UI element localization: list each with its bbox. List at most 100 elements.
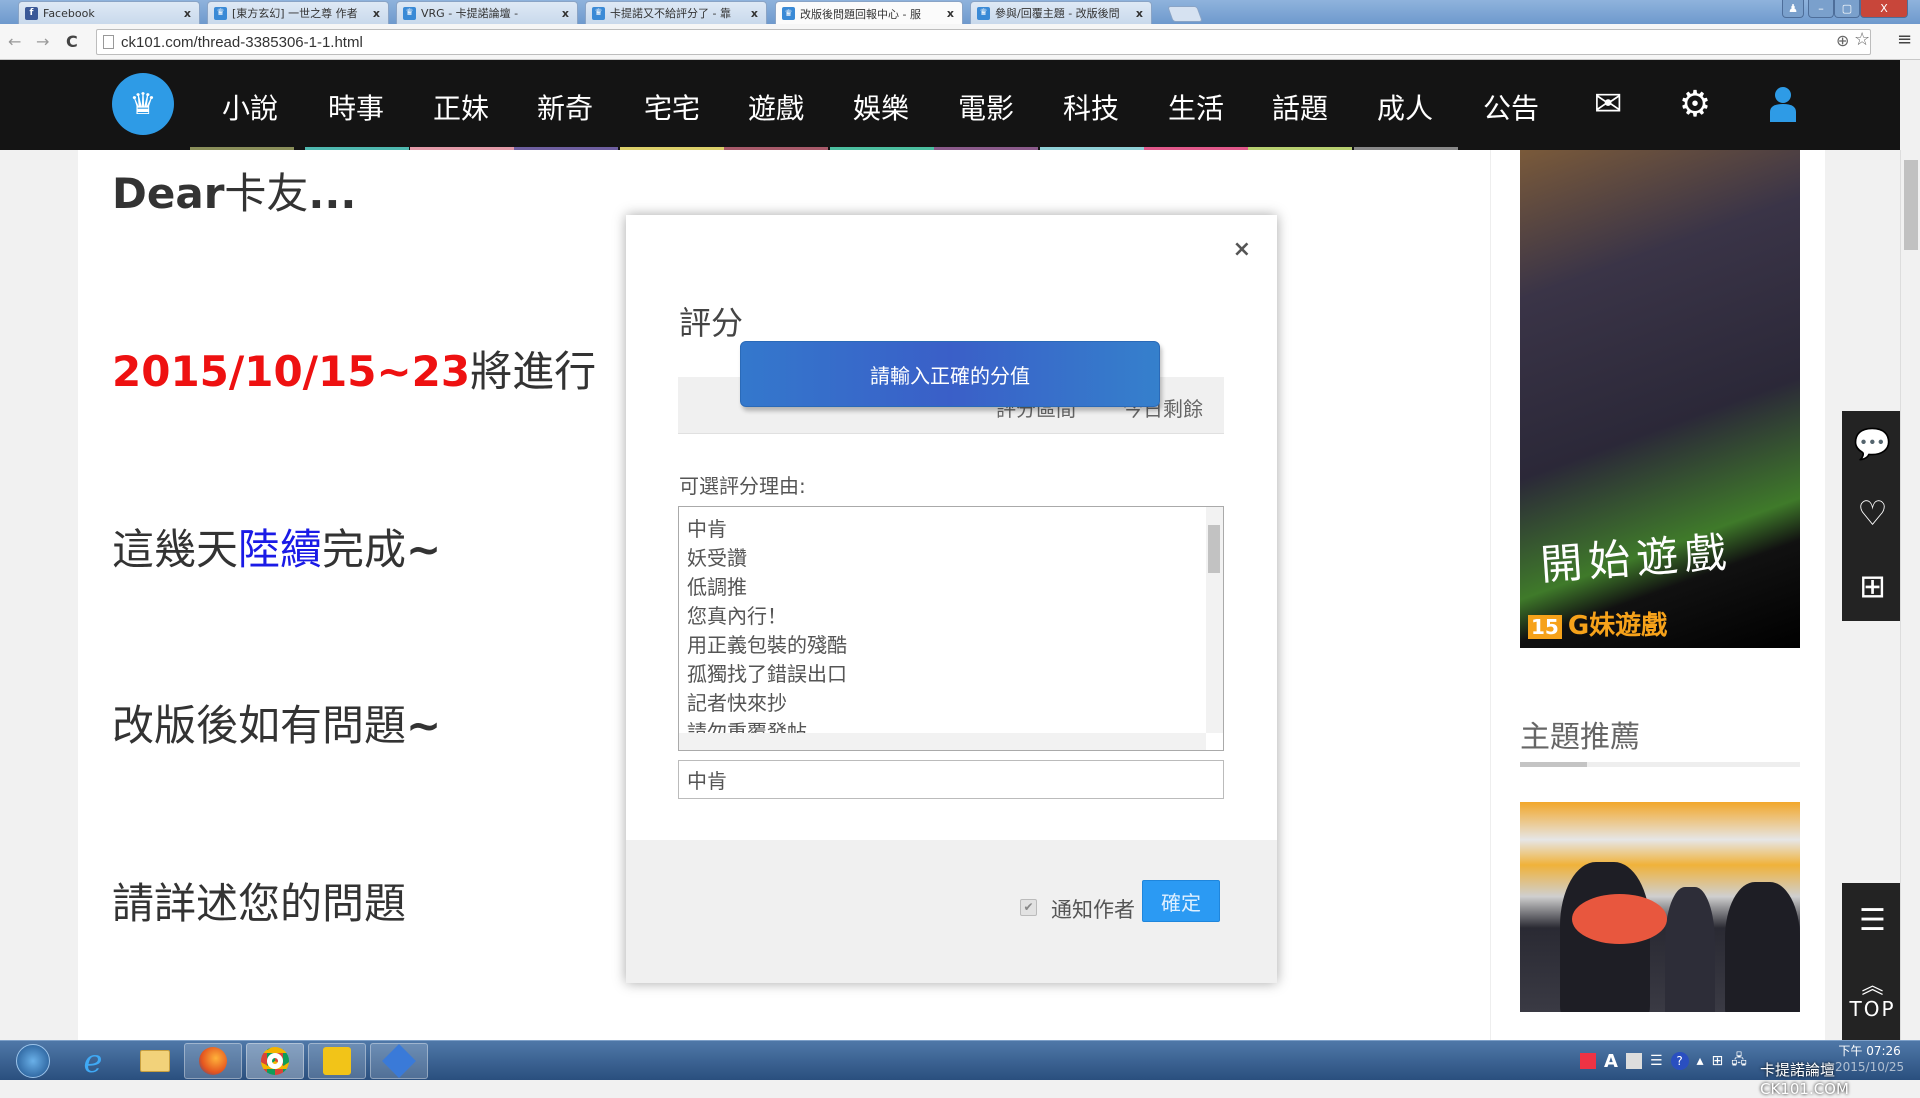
- age-rating-badge: 15: [1528, 615, 1562, 639]
- tab-close-icon[interactable]: x: [562, 7, 569, 20]
- reason-option[interactable]: 您真內行！: [687, 600, 787, 629]
- chrome-menu-icon[interactable]: ≡: [1897, 29, 1912, 50]
- mail-button[interactable]: ✉: [1588, 84, 1628, 124]
- reason-option[interactable]: 中肯: [687, 513, 727, 542]
- taskbar-app-blue[interactable]: [370, 1043, 428, 1079]
- browser-tab-strip: f Facebook x ♛ [東方玄幻] 一世之尊 作者 x ♛ VRG - …: [0, 0, 1920, 25]
- notify-author-checkbox[interactable]: ✔: [1020, 899, 1037, 916]
- tab-facebook[interactable]: f Facebook x: [18, 1, 200, 24]
- tab-issue-center[interactable]: ♛ 改版後問題回報中心 - 服 x: [775, 1, 963, 25]
- listbox-vscrollbar[interactable]: [1206, 507, 1223, 733]
- taskbar-chrome[interactable]: [246, 1043, 304, 1079]
- reason-option[interactable]: 記者快來抄: [687, 687, 787, 716]
- reload-button[interactable]: C: [66, 32, 78, 51]
- confirm-button[interactable]: 確定: [1142, 880, 1220, 922]
- nav-item[interactable]: 公告: [1483, 87, 1539, 127]
- tab-vrg[interactable]: ♛ VRG - 卡提諾論壇 - x: [396, 1, 578, 24]
- tab-close-icon[interactable]: x: [947, 7, 954, 20]
- bookmark-star-icon[interactable]: ☆: [1854, 29, 1870, 50]
- bookmark-add-icon[interactable]: ⊞: [1859, 567, 1886, 605]
- network-icon[interactable]: 🖧: [1731, 1049, 1747, 1073]
- tab-rating-complaint[interactable]: ♛ 卡提諾又不給評分了 - 靠 x: [585, 1, 767, 24]
- censor-mark: [1572, 894, 1667, 944]
- start-button[interactable]: [4, 1043, 62, 1079]
- close-dialog-button[interactable]: ×: [1233, 237, 1251, 262]
- nav-item[interactable]: 成人: [1377, 87, 1433, 127]
- nav-item[interactable]: 娛樂: [853, 87, 909, 127]
- back-to-top-button[interactable]: ︽ TOP: [1849, 973, 1895, 1021]
- reason-input[interactable]: [678, 760, 1224, 799]
- tray-menu-icon[interactable]: ☰: [1650, 1053, 1663, 1069]
- topic-thumbnail[interactable]: [1520, 802, 1800, 1012]
- dialog-footer: ✔ 通知作者 確定: [626, 840, 1277, 983]
- reason-option[interactable]: 低調推: [687, 571, 747, 600]
- nav-item[interactable]: 新奇: [537, 87, 593, 127]
- listbox-hscrollbar[interactable]: [679, 733, 1206, 750]
- windows-flag-icon[interactable]: ⊞: [1712, 1053, 1724, 1069]
- site-logo[interactable]: ♛: [112, 73, 174, 135]
- ime-icon[interactable]: A: [1604, 1051, 1618, 1072]
- taskbar-explorer[interactable]: [126, 1043, 184, 1079]
- list-icon[interactable]: ☰: [1859, 903, 1886, 938]
- profile-button[interactable]: ♟: [1782, 0, 1804, 18]
- scrollbar-thumb[interactable]: [1904, 160, 1918, 250]
- topic-recommend-heading: 主題推薦: [1520, 720, 1640, 755]
- heart-icon[interactable]: ♡: [1857, 494, 1887, 534]
- tab-novel[interactable]: ♛ [東方玄幻] 一世之尊 作者 x: [207, 1, 389, 24]
- tab-close-icon[interactable]: x: [1136, 7, 1143, 20]
- nav-item[interactable]: 話題: [1272, 87, 1328, 127]
- taskbar-ie[interactable]: e: [64, 1042, 122, 1080]
- tray-app-icon[interactable]: [1580, 1053, 1596, 1069]
- back-button[interactable]: ←: [8, 32, 21, 51]
- page-icon: [103, 35, 114, 49]
- ck101-icon: ♛: [782, 7, 795, 20]
- reason-option[interactable]: 孤獨找了錯誤出口: [687, 658, 847, 687]
- tab-close-icon[interactable]: x: [751, 7, 758, 20]
- user-button[interactable]: [1763, 84, 1803, 124]
- ad-text: 開始遊戲: [1538, 527, 1734, 590]
- tab-reply[interactable]: ♛ 參與/回覆主題 - 改版後問 x: [970, 1, 1152, 24]
- nav-item[interactable]: 科技: [1063, 87, 1119, 127]
- tray-square-icon[interactable]: [1625, 1053, 1642, 1069]
- chrome-icon: [261, 1047, 289, 1075]
- nav-item[interactable]: 遊戲: [748, 87, 804, 127]
- ck101-icon: ♛: [214, 6, 227, 20]
- blue-app-icon: [382, 1044, 416, 1078]
- listbox-scroll-thumb[interactable]: [1208, 525, 1220, 573]
- nav-item[interactable]: 宅宅: [644, 87, 700, 127]
- reason-option[interactable]: 用正義包裝的殘酷: [687, 629, 847, 658]
- system-clock[interactable]: 下午 07:26 2015/10/25: [1835, 1043, 1904, 1075]
- page-scrollbar[interactable]: [1900, 150, 1920, 1040]
- tab-close-icon[interactable]: x: [373, 7, 380, 20]
- nav-item[interactable]: 生活: [1168, 87, 1224, 127]
- settings-button[interactable]: ⚙: [1675, 84, 1715, 125]
- url-input[interactable]: ck101.com/thread-3385306-1-1.html: [96, 29, 1871, 55]
- forward-button[interactable]: →: [36, 32, 49, 51]
- reason-listbox[interactable]: 中肯 妖受讚 低調推 您真內行！ 用正義包裝的殘酷 孤獨找了錯誤出口 記者快來抄 請勿重覆發帖: [678, 506, 1224, 751]
- topic-heading-underline: [1520, 762, 1800, 767]
- comment-icon[interactable]: 💬: [1854, 427, 1891, 462]
- taskbar-app-yellow[interactable]: [308, 1043, 366, 1079]
- nav-item[interactable]: 正妹: [433, 87, 489, 127]
- nav-item[interactable]: 小說: [222, 87, 278, 127]
- float-nav-bar: ☰ ︽ TOP: [1842, 883, 1903, 1040]
- tray-expand-icon[interactable]: ▴: [1697, 1053, 1704, 1069]
- user-icon: ♟: [1788, 2, 1798, 15]
- notify-author-label[interactable]: 通知作者: [1051, 894, 1135, 924]
- reason-option[interactable]: 妖受讚: [687, 542, 747, 571]
- restore-button[interactable]: ▢: [1834, 0, 1860, 18]
- dialog-title: 評分: [679, 304, 744, 342]
- game-ad-banner[interactable]: 開始遊戲 15 G妹遊戲: [1520, 150, 1800, 648]
- double-chevron-up-icon: ︽: [1861, 973, 1884, 999]
- zoom-icon[interactable]: ⊕: [1836, 31, 1849, 50]
- firefox-icon: [199, 1047, 227, 1075]
- taskbar-firefox[interactable]: [184, 1043, 242, 1079]
- minimize-button[interactable]: –: [1808, 0, 1834, 18]
- date-line: 2015/10/15~23將進行: [112, 347, 597, 396]
- close-window-button[interactable]: X: [1860, 0, 1908, 18]
- nav-item[interactable]: 電影: [958, 87, 1014, 127]
- help-icon[interactable]: ?: [1670, 1052, 1689, 1070]
- new-tab-button[interactable]: [1167, 6, 1203, 22]
- nav-item[interactable]: 時事: [328, 87, 384, 127]
- tab-close-icon[interactable]: x: [184, 7, 191, 20]
